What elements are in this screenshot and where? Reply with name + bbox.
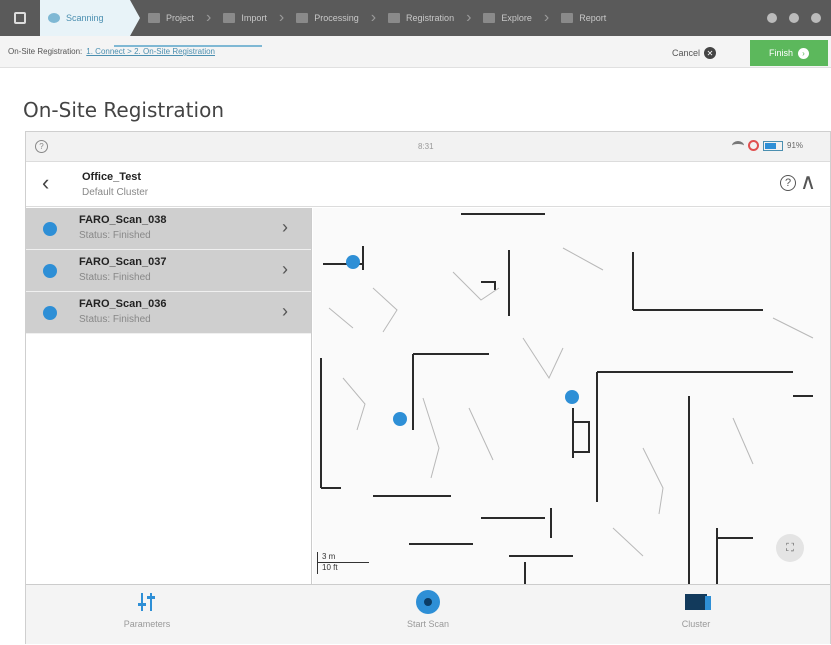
step-explore[interactable]: Explore bbox=[475, 0, 540, 36]
import-icon bbox=[223, 13, 236, 23]
topbar-actions bbox=[767, 13, 831, 23]
nav-label: Parameters bbox=[123, 619, 171, 629]
scan-position-marker[interactable] bbox=[565, 390, 579, 404]
chevron-right-icon: › bbox=[798, 47, 809, 59]
step-processing[interactable]: Processing bbox=[288, 0, 367, 36]
help-icon[interactable]: ? bbox=[35, 140, 48, 153]
processing-icon bbox=[296, 13, 309, 23]
step-report[interactable]: Report bbox=[553, 0, 614, 36]
project-header: ‹ Office_Test Default Cluster ? ∧ bbox=[26, 162, 830, 207]
finish-label: Finish bbox=[768, 48, 793, 58]
step-label: Scanning bbox=[66, 13, 104, 23]
workflow-bar: Scanning Project › Import › Processing ›… bbox=[0, 0, 831, 36]
step-label: Import bbox=[241, 13, 267, 23]
scan-row[interactable]: FARO_Scan_036 Status: Finished › bbox=[26, 292, 311, 334]
step-label: Registration bbox=[406, 13, 455, 23]
registration-map[interactable]: 3 m 10 ft ⛶ bbox=[313, 208, 830, 584]
cancel-label: Cancel bbox=[672, 48, 701, 58]
explore-icon bbox=[483, 13, 496, 23]
step-registration[interactable]: Registration bbox=[380, 0, 462, 36]
step-label: Explore bbox=[501, 13, 532, 23]
map-scale-bar: 3 m 10 ft bbox=[317, 552, 369, 574]
report-icon bbox=[561, 13, 574, 23]
step-project[interactable]: Project bbox=[140, 0, 202, 36]
project-name: Office_Test bbox=[82, 171, 142, 183]
bottom-nav: Parameters Start Scan Cluster bbox=[26, 584, 830, 644]
step-import[interactable]: Import bbox=[215, 0, 275, 36]
breadcrumb-prefix: On-Site Registration: bbox=[8, 47, 83, 56]
chevron-up-icon[interactable]: ∧ bbox=[800, 169, 816, 195]
target-icon bbox=[748, 140, 759, 151]
folder-icon bbox=[148, 13, 160, 23]
chevron-right-icon: › bbox=[278, 9, 285, 26]
scan-status: Status: Finished bbox=[79, 272, 151, 283]
step-label: Project bbox=[166, 13, 195, 23]
battery-icon bbox=[763, 140, 783, 151]
scan-name: FARO_Scan_037 bbox=[79, 256, 167, 268]
nav-start-scan[interactable]: Start Scan bbox=[368, 585, 488, 645]
scan-status: Status: Finished bbox=[79, 230, 151, 241]
scan-dot-icon bbox=[43, 222, 57, 236]
back-chevron-icon[interactable]: ‹ bbox=[42, 170, 49, 196]
close-icon: ✕ bbox=[704, 47, 717, 59]
scan-name: FARO_Scan_038 bbox=[79, 214, 167, 226]
status-indicators: 91% bbox=[732, 140, 803, 151]
breadcrumb-underline bbox=[114, 45, 262, 47]
battery-level: 91% bbox=[787, 141, 804, 150]
step-label: Processing bbox=[314, 13, 359, 23]
finish-button[interactable]: Finish › bbox=[750, 40, 828, 66]
step-scanning[interactable]: Scanning bbox=[40, 0, 140, 36]
scan-position-marker[interactable] bbox=[346, 255, 360, 269]
wifi-icon bbox=[732, 141, 744, 150]
chevron-right-icon[interactable]: › bbox=[282, 259, 288, 280]
nav-label: Start Scan bbox=[406, 619, 450, 629]
cluster-folder-icon bbox=[685, 594, 711, 610]
sliders-icon bbox=[137, 591, 157, 613]
status-time: 8:31 bbox=[418, 142, 434, 151]
fullscreen-icon[interactable]: ⛶ bbox=[776, 534, 804, 562]
scale-metric: 3 m bbox=[317, 552, 369, 563]
device-status-bar: ? 8:31 91% bbox=[26, 132, 830, 162]
chevron-right-icon: › bbox=[466, 9, 472, 26]
cluster-name: Default Cluster bbox=[82, 187, 149, 198]
help-icon[interactable] bbox=[811, 13, 821, 23]
scale-imperial: 10 ft bbox=[317, 563, 369, 574]
scan-name: FARO_Scan_036 bbox=[79, 298, 167, 310]
step-label: Report bbox=[579, 13, 607, 23]
scan-list: FARO_Scan_038 Status: Finished › FARO_Sc… bbox=[26, 208, 312, 584]
undo-icon[interactable] bbox=[767, 13, 777, 23]
chevron-right-icon[interactable]: › bbox=[282, 301, 288, 322]
scan-row[interactable]: FARO_Scan_038 Status: Finished › bbox=[26, 208, 311, 250]
chevron-right-icon: › bbox=[370, 9, 377, 26]
settings-icon[interactable] bbox=[789, 13, 799, 23]
scan-status: Status: Finished bbox=[79, 314, 151, 325]
cancel-button[interactable]: Cancel ✕ bbox=[672, 44, 717, 62]
device-screen: ? 8:31 91% ‹ Office_Test Default Cluster… bbox=[25, 131, 831, 644]
scan-dot-icon bbox=[43, 264, 57, 278]
breadcrumb-link[interactable]: 1. Connect > 2. On-Site Registration bbox=[86, 47, 215, 56]
registration-icon bbox=[388, 13, 401, 23]
app-logo-icon[interactable] bbox=[0, 0, 40, 36]
scan-row[interactable]: FARO_Scan_037 Status: Finished › bbox=[26, 250, 311, 292]
chevron-right-icon: › bbox=[543, 9, 550, 26]
start-scan-icon bbox=[416, 590, 440, 614]
scan-position-marker[interactable] bbox=[393, 412, 407, 426]
nav-parameters[interactable]: Parameters bbox=[87, 585, 207, 645]
chevron-right-icon[interactable]: › bbox=[282, 217, 288, 238]
nav-label: Cluster bbox=[681, 619, 711, 629]
help-icon[interactable]: ? bbox=[780, 175, 796, 191]
page-title: On-Site Registration bbox=[23, 98, 224, 122]
chevron-right-icon: › bbox=[206, 9, 212, 26]
scan-dot-icon bbox=[43, 306, 57, 320]
scanner-icon bbox=[48, 13, 60, 23]
nav-cluster[interactable]: Cluster bbox=[636, 585, 756, 645]
